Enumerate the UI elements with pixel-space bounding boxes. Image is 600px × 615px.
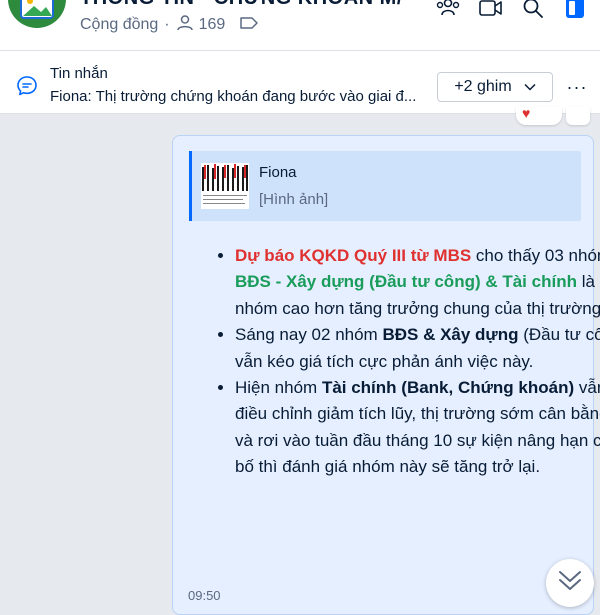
body-text: Sáng nay 02 nhóm (235, 325, 383, 345)
message-timestamp: 09:50 (188, 588, 221, 603)
message-bubble[interactable]: Fiona [Hình ảnh] Dự báo KQKD Quý III từ … (172, 135, 600, 615)
chat-bubble-icon (16, 75, 38, 102)
pinned-more-options[interactable]: ··· (566, 77, 588, 97)
highlight-text: BĐS - Xây dựng (Đầu tư công) & Tài chính (235, 272, 577, 292)
quoted-author: Fiona (259, 164, 297, 181)
quoted-content: [Hình ảnh] (259, 191, 329, 208)
member-count[interactable]: 169 (199, 16, 226, 34)
pinned-preview[interactable]: Fiona: Thị trường chứng khoán đang bước … (50, 88, 425, 105)
body-text: cho thấy 03 nhóm: (475, 246, 600, 265)
quoted-image-thumbnail (201, 163, 249, 209)
heart-icon: ♥ (522, 107, 531, 121)
list-item: Sáng nay 02 nhóm BĐS & Xây dựng (Đầu tư … (235, 322, 600, 375)
list-item: Dự báo KQKD Quý III từ MBS cho thấy 03 n… (235, 243, 600, 322)
tag-icon[interactable] (239, 16, 259, 35)
chevron-down-icon (524, 78, 536, 96)
video-call-icon[interactable] (477, 0, 505, 22)
bold-text: Tài chính (Bank, Chứng khoán) (321, 378, 575, 398)
reaction-add-button[interactable] (566, 107, 590, 125)
pinned-title: Tin nhắn (50, 65, 108, 82)
group-avatar[interactable] (8, 0, 66, 28)
person-icon (176, 14, 194, 37)
message-body: Dự báo KQKD Quý III từ MBS cho thấy 03 n… (191, 243, 600, 481)
sidebar-toggle-icon[interactable] (561, 0, 589, 22)
bold-text: BĐS & Xây dựng (382, 325, 519, 345)
highlight-text: Dự báo KQKD Quý III từ MBS (235, 246, 472, 265)
quote-accent-bar (189, 151, 192, 221)
quoted-message[interactable]: Fiona [Hình ảnh] (189, 151, 581, 221)
group-meta: Cộng đồng · 169 (80, 14, 259, 37)
group-category: Cộng đồng (80, 16, 159, 33)
list-item: Hiện nhóm Tài chính (Bank, Chứng khoán) … (235, 375, 600, 481)
separator-dot: · (164, 16, 170, 33)
search-icon[interactable] (519, 0, 547, 22)
more-pins-label: +2 ghim (454, 78, 512, 95)
group-name[interactable]: THÔNG TIN - CHỨNG KHOÁN M/ (80, 0, 403, 10)
double-chevron-down-icon (557, 569, 583, 598)
reaction-chip[interactable]: ♥ (516, 107, 562, 125)
add-member-icon[interactable] (434, 0, 462, 22)
chat-header: THÔNG TIN - CHỨNG KHOÁN M/ Cộng đồng · 1… (0, 0, 600, 51)
body-text: Hiện nhóm (235, 378, 322, 398)
pinned-message-bar[interactable]: Tin nhắn Fiona: Thị trường chứng khoán đ… (0, 51, 600, 114)
more-pins-button[interactable]: +2 ghim (437, 72, 553, 102)
